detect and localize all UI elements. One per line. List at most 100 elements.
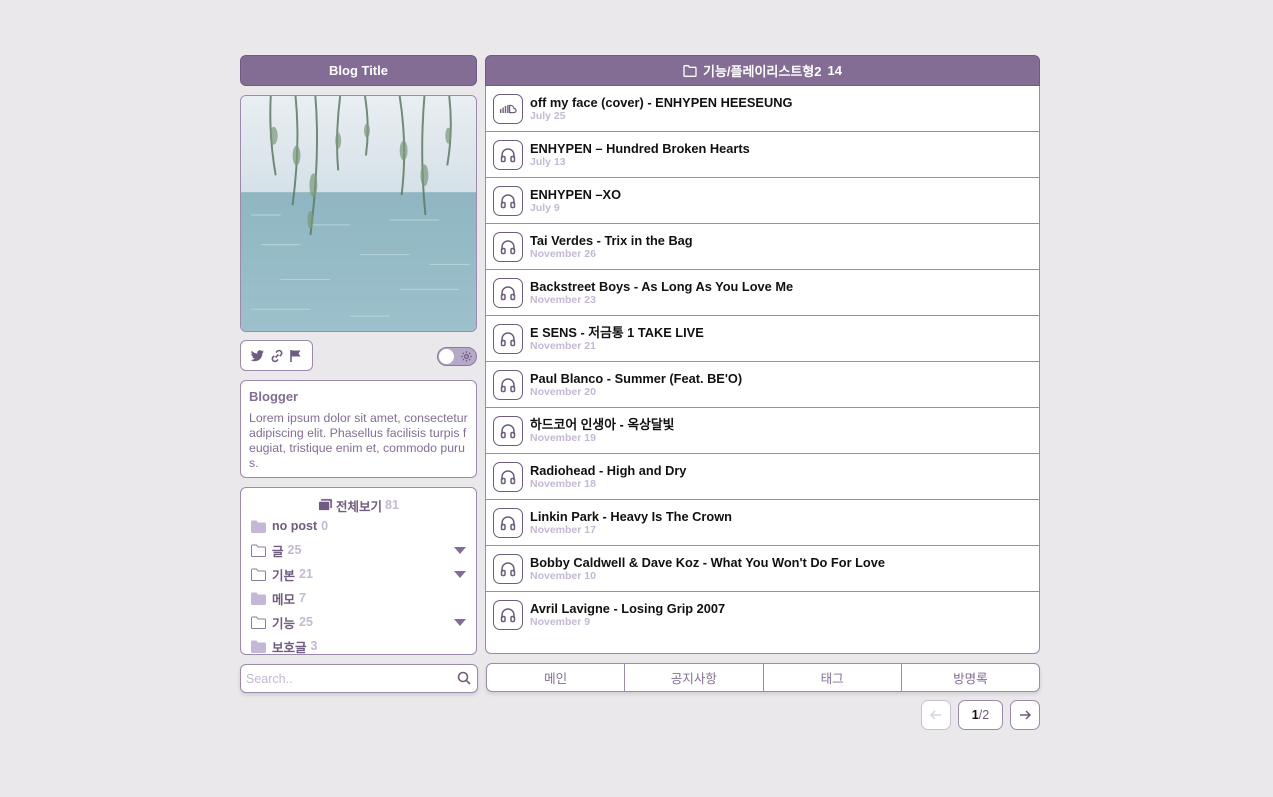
- prev-page-button[interactable]: [921, 700, 951, 730]
- link-icon[interactable]: [269, 348, 285, 364]
- post-text: Backstreet Boys - As Long As You Love Me…: [530, 279, 793, 307]
- headphones-icon: [493, 231, 523, 262]
- list-item[interactable]: Bobby Caldwell & Dave Koz - What You Won…: [486, 546, 1039, 592]
- category-header: 기능/플레이리스트형2 14: [485, 55, 1040, 86]
- headphones-icon: [493, 600, 523, 630]
- category-count: 25: [287, 543, 302, 557]
- headphones-icon: [493, 461, 523, 492]
- category-all[interactable]: 전체보기 81: [241, 496, 476, 514]
- list-item[interactable]: Linkin Park - Heavy Is The Crown Novembe…: [486, 500, 1039, 546]
- category-item[interactable]: 글 25: [241, 538, 476, 562]
- list-item[interactable]: off my face (cover) - ENHYPEN HEESEUNG J…: [486, 86, 1039, 132]
- post-text: Linkin Park - Heavy Is The Crown Novembe…: [530, 509, 732, 537]
- tab-guestbook[interactable]: 방명록: [902, 664, 1039, 691]
- theme-toggle[interactable]: [437, 347, 477, 366]
- social-row: [240, 340, 477, 371]
- list-item[interactable]: Tai Verdes - Trix in the Bag November 26: [486, 224, 1039, 270]
- category-count: 3: [310, 639, 318, 653]
- headphones-icon: [493, 507, 523, 538]
- arrow-right-icon: [1020, 710, 1032, 720]
- list-item[interactable]: E SENS - 저금통 1 TAKE LIVE November 21: [486, 316, 1039, 362]
- search-box: [240, 664, 478, 693]
- category-count: 0: [321, 519, 329, 533]
- folder-filled-icon: [250, 639, 267, 654]
- post-text: ENHYPEN –XO July 9: [530, 187, 621, 215]
- category-label: 기본: [272, 568, 296, 583]
- post-title[interactable]: Radiohead - High and Dry: [530, 463, 686, 478]
- list-item[interactable]: 하드코어 인생아 - 옥상달빛 November 19: [486, 408, 1039, 454]
- chevron-down-icon[interactable]: [454, 547, 466, 554]
- headphones-icon: [493, 185, 523, 216]
- profile-photo: [240, 95, 477, 332]
- category-item[interactable]: no post 0: [241, 514, 476, 538]
- post-title[interactable]: ENHYPEN –XO: [530, 187, 621, 202]
- headphones-icon: [493, 323, 523, 354]
- post-date: July 9: [530, 201, 560, 214]
- category-list: 전체보기 81 no post 0 글 25 기본 21 메모 7 기능 25 …: [240, 487, 477, 655]
- folder-outline-icon: [250, 567, 267, 582]
- category-item[interactable]: 기능 25: [241, 610, 476, 634]
- post-date: July 25: [530, 109, 566, 122]
- post-date: November 9: [530, 616, 591, 628]
- category-item[interactable]: 메모 7: [241, 586, 476, 610]
- header-count: 14: [827, 63, 842, 78]
- arrow-left-icon: [929, 710, 941, 720]
- chevron-down-icon[interactable]: [454, 619, 466, 626]
- post-text: Bobby Caldwell & Dave Koz - What You Won…: [530, 555, 885, 583]
- category-item[interactable]: 보호글 3: [241, 634, 476, 655]
- twitter-icon[interactable]: [249, 348, 265, 364]
- post-title[interactable]: off my face (cover) - ENHYPEN HEESEUNG: [530, 95, 792, 110]
- toggle-knob: [439, 349, 454, 364]
- list-item[interactable]: ENHYPEN – Hundred Broken Hearts July 13: [486, 132, 1039, 178]
- category-all-count: 81: [385, 498, 399, 512]
- soundcloud-icon: [493, 93, 523, 124]
- next-page-button[interactable]: [1010, 700, 1040, 730]
- blog-title[interactable]: Blog Title: [240, 55, 477, 86]
- folder-outline-icon: [250, 543, 267, 558]
- post-title[interactable]: E SENS - 저금통 1 TAKE LIVE: [530, 325, 704, 340]
- flag-icon[interactable]: [288, 348, 304, 364]
- category-count: 25: [299, 615, 313, 629]
- post-text: 하드코어 인생아 - 옥상달빛 November 19: [530, 417, 674, 445]
- category-label: no post: [272, 519, 318, 533]
- headphones-icon: [493, 139, 523, 170]
- sidebar: Blog Title Blogger Lorem ipsum dolor sit…: [240, 55, 478, 693]
- folder-outline-icon: [250, 615, 267, 630]
- post-title[interactable]: ENHYPEN – Hundred Broken Hearts: [530, 141, 750, 156]
- category-item[interactable]: 기본 21: [241, 562, 476, 586]
- tab-tags[interactable]: 태그: [764, 664, 902, 691]
- folders-icon: [318, 498, 333, 512]
- search-icon[interactable]: [457, 671, 471, 685]
- category-all-label: 전체보기: [336, 499, 383, 514]
- social-links: [240, 340, 313, 371]
- search-input[interactable]: [241, 665, 441, 692]
- list-item[interactable]: ENHYPEN –XO July 9: [486, 178, 1039, 224]
- category-label: 글: [272, 544, 284, 559]
- folder-filled-icon: [250, 591, 267, 606]
- post-title[interactable]: 하드코어 인생아 - 옥상달빛: [530, 417, 674, 432]
- tab-notice[interactable]: 공지사항: [625, 664, 764, 691]
- page-indicator: 1/2: [958, 700, 1003, 730]
- post-title[interactable]: Paul Blanco - Summer (Feat. BE'O): [530, 371, 742, 386]
- category-label: 보호글: [272, 640, 307, 655]
- post-title[interactable]: Avril Lavigne - Losing Grip 2007: [530, 601, 725, 616]
- list-item[interactable]: Avril Lavigne - Losing Grip 2007 Novembe…: [486, 592, 1039, 638]
- post-text: Radiohead - High and Dry November 18: [530, 463, 686, 491]
- tab-main[interactable]: 메인: [487, 664, 626, 691]
- chevron-down-icon[interactable]: [454, 571, 466, 578]
- list-item[interactable]: Radiohead - High and Dry November 18: [486, 454, 1039, 500]
- post-title[interactable]: Tai Verdes - Trix in the Bag: [530, 233, 693, 248]
- list-item[interactable]: Backstreet Boys - As Long As You Love Me…: [486, 270, 1039, 316]
- gear-icon: [460, 350, 473, 363]
- post-text: off my face (cover) - ENHYPEN HEESEUNG J…: [530, 95, 792, 123]
- post-date: November 26: [530, 247, 596, 260]
- post-list: off my face (cover) - ENHYPEN HEESEUNG J…: [485, 86, 1040, 654]
- list-item[interactable]: Paul Blanco - Summer (Feat. BE'O) Novemb…: [486, 362, 1039, 408]
- folder-outline-icon: [683, 64, 697, 77]
- post-title[interactable]: Linkin Park - Heavy Is The Crown: [530, 509, 732, 524]
- post-date: July 13: [530, 155, 566, 168]
- main-panel: 기능/플레이리스트형2 14 off my face (cover) - ENH…: [485, 55, 1040, 730]
- total-pages: /2: [978, 708, 990, 722]
- post-title[interactable]: Backstreet Boys - As Long As You Love Me: [530, 279, 793, 294]
- post-title[interactable]: Bobby Caldwell & Dave Koz - What You Won…: [530, 555, 885, 570]
